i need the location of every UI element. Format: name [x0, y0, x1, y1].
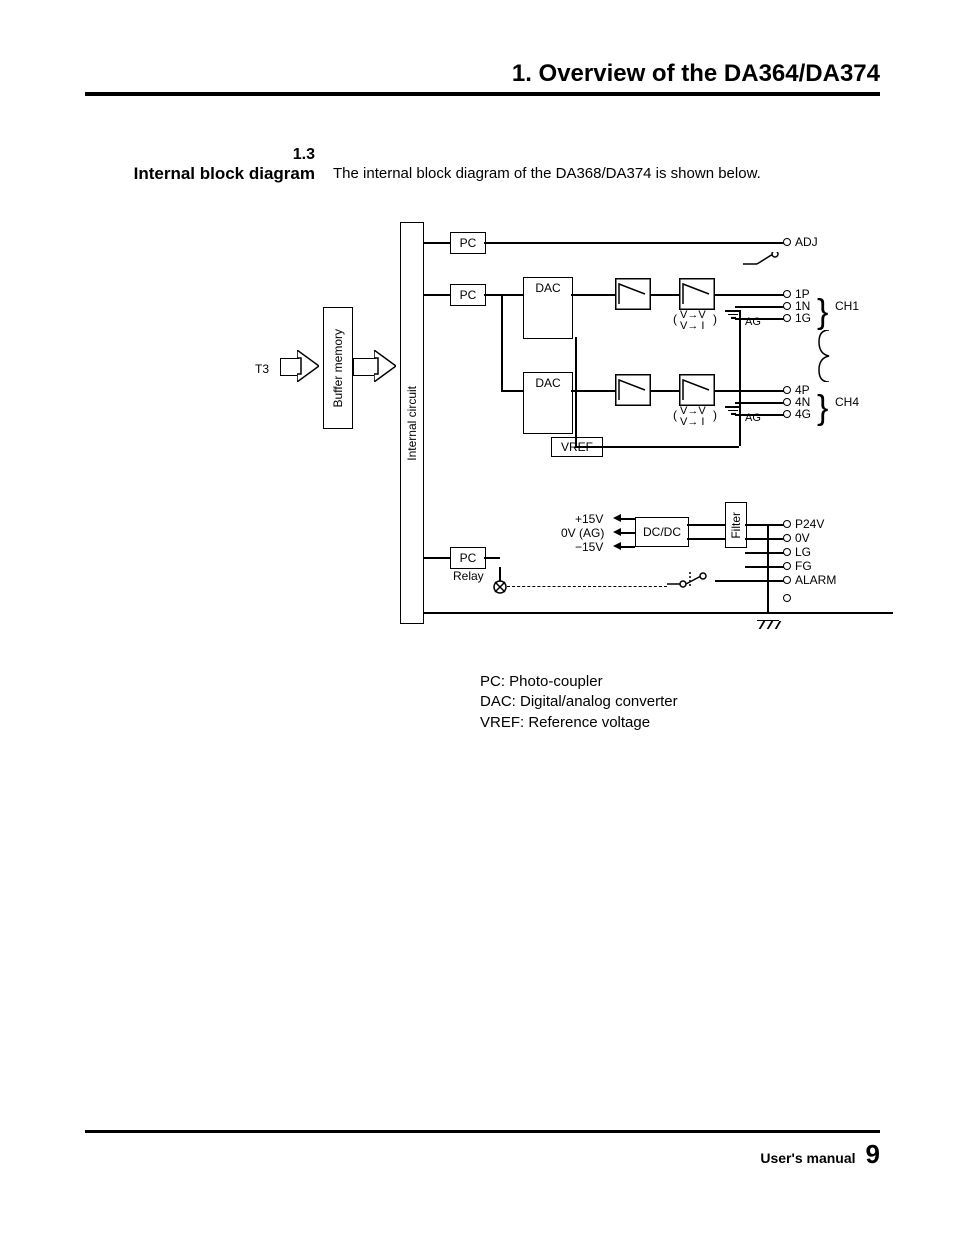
amplifier-icon — [679, 374, 715, 406]
t3-label: T3 — [255, 362, 269, 376]
buffer-memory-block: Buffer memory — [323, 307, 353, 429]
arrow-icon — [297, 350, 319, 382]
brace-icon: } — [817, 302, 828, 322]
section-title: Internal block diagram — [85, 164, 315, 184]
amplifier-icon — [615, 278, 651, 310]
internal-circuit-label: Internal circuit — [405, 386, 419, 461]
arrow-icon — [374, 350, 396, 382]
p15-label: +15V — [575, 512, 603, 526]
chassis-ground-icon — [757, 620, 779, 629]
n15-label: −15V — [575, 540, 603, 554]
pc-block: PC — [450, 284, 486, 306]
footer-rule — [85, 1130, 880, 1133]
fg-label: FG — [795, 559, 812, 573]
pc-block: PC — [450, 232, 486, 254]
alarm-label: ALARM — [795, 573, 836, 587]
legend-dac: DAC: Digital/analog converter — [480, 692, 880, 712]
page-footer: User's manual 9 — [85, 1130, 880, 1170]
dac-block: DAC — [523, 277, 573, 339]
switch-icon — [743, 252, 783, 268]
dcdc-block: DC/DC — [635, 517, 689, 547]
buffer-memory-label: Buffer memory — [331, 329, 345, 407]
dac-block: DAC — [523, 372, 573, 434]
ch4-label: CH4 — [835, 395, 859, 409]
amplifier-icon — [679, 278, 715, 310]
adj-label: ADJ — [795, 235, 818, 249]
vi-label: V→ I — [680, 320, 704, 332]
relay-label: Relay — [453, 569, 484, 583]
ag-label: AG — [745, 316, 761, 328]
terminal-icon — [783, 238, 791, 246]
out-1g: 1G — [795, 311, 811, 325]
section-header: 1.3 Internal block diagram The internal … — [85, 146, 880, 184]
internal-circuit-block: Internal circuit — [400, 222, 424, 624]
amplifier-icon — [615, 374, 651, 406]
chapter-title: 1. Overview of the DA364/DA374 — [85, 60, 880, 88]
brace-icon — [815, 330, 835, 382]
relay-contact-icon — [667, 570, 717, 590]
0v-label: 0V — [795, 531, 810, 545]
block-diagram: T3 Buffer memory Internal circuit PC PC … — [255, 212, 895, 652]
legend-vref: VREF: Reference voltage — [480, 713, 880, 733]
brace-icon: } — [817, 398, 828, 418]
lg-label: LG — [795, 545, 811, 559]
page-number: 9 — [866, 1139, 880, 1170]
ch1-label: CH1 — [835, 299, 859, 313]
section-description: The internal block diagram of the DA368/… — [333, 165, 761, 184]
0vag-label: 0V (AG) — [561, 526, 604, 540]
out-4g: 4G — [795, 407, 811, 421]
relay-coil-icon — [493, 580, 507, 594]
filter-block: Filter — [725, 502, 747, 548]
section-number: 1.3 — [85, 146, 315, 164]
footer-label: User's manual — [760, 1150, 855, 1166]
legend: PC: Photo-coupler DAC: Digital/analog co… — [480, 672, 880, 733]
pc-block: PC — [450, 547, 486, 569]
p24v-label: P24V — [795, 517, 824, 531]
legend-pc: PC: Photo-coupler — [480, 672, 880, 692]
header-rule — [85, 92, 880, 96]
